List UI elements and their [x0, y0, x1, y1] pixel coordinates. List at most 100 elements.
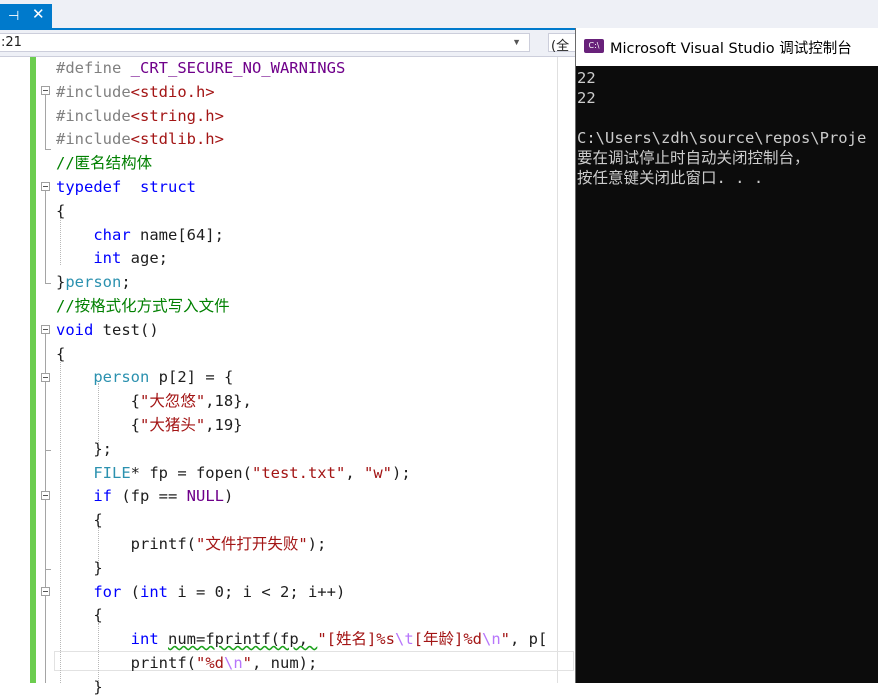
code-token: "大忽悠" — [140, 392, 206, 411]
collapse-icon[interactable] — [41, 182, 50, 191]
code-token: \t — [394, 630, 414, 649]
code-token: #include — [56, 130, 131, 149]
code-token: ,18}, — [205, 392, 252, 411]
code-line[interactable]: if (fp == NULL) — [56, 484, 233, 508]
code-token: test() — [93, 320, 159, 339]
collapse-icon[interactable] — [41, 587, 50, 596]
code-line[interactable]: }; — [56, 437, 112, 461]
chevron-down-icon[interactable]: ▼ — [512, 34, 521, 51]
code-token: _CRT_SECURE_NO_WARNINGS — [130, 59, 346, 77]
code-token: \n — [481, 630, 501, 649]
code-line[interactable]: {"大猪头",19} — [56, 413, 243, 437]
code-token: " — [500, 630, 510, 649]
close-icon[interactable]: ✕ — [32, 7, 45, 23]
collapse-icon[interactable] — [41, 491, 50, 500]
debug-console-window[interactable]: C:\ Microsoft Visual Studio 调试控制台 22 22 C:… — [575, 28, 878, 683]
code-line[interactable]: //按格式化方式写入文件 — [56, 294, 230, 318]
console-output: 22 22 C:\Users\zdh\source\repos\Proje 要在调试停… — [577, 68, 878, 188]
outline-line — [45, 191, 46, 283]
code-line[interactable]: printf("文件打开失败"); — [56, 532, 327, 556]
code-line[interactable]: //匿名结构体 — [56, 151, 152, 175]
code-line[interactable]: printf("%d\n", num); — [56, 651, 318, 675]
code-token: (fp == — [112, 487, 187, 506]
code-line[interactable]: {"大忽悠",18}, — [56, 389, 252, 413]
code-token: //匿名结构体 — [56, 154, 153, 173]
code-token: [年龄]%d — [413, 630, 482, 649]
code-line[interactable]: { — [56, 508, 103, 532]
project-scope-dropdown[interactable]: :21 ▼ — [0, 33, 530, 52]
code-line[interactable]: typedef struct — [56, 175, 196, 199]
collapse-icon[interactable] — [41, 373, 50, 382]
code-line[interactable]: char name[64]; — [56, 223, 224, 247]
code-token: printf( — [56, 535, 196, 553]
code-line[interactable]: #define _CRT_SECURE_NO_WARNINGS — [56, 56, 345, 80]
code-token: name[64]; — [130, 225, 224, 244]
code-token: //按格式化方式写入文件 — [56, 297, 230, 315]
code-line[interactable]: int age; — [56, 246, 168, 270]
code-line[interactable]: void test() — [56, 318, 159, 342]
code-token: "%d — [195, 654, 224, 672]
code-token: for — [93, 582, 122, 601]
collapse-icon[interactable] — [41, 86, 50, 95]
outline-end — [45, 149, 51, 150]
code-token: int — [93, 249, 122, 268]
code-token: ; — [121, 273, 131, 292]
member-scope-value: (全 — [551, 39, 570, 54]
outline-line — [45, 334, 46, 683]
code-line[interactable]: { — [56, 342, 65, 366]
code-token: * fp = fopen( — [130, 463, 252, 482]
code-token: "大猪头" — [140, 416, 206, 434]
code-token: num=fprintf(fp, — [168, 630, 318, 649]
code-token: , — [345, 463, 364, 482]
code-token: #include — [56, 106, 131, 125]
console-title-bar[interactable]: C:\ Microsoft Visual Studio 调试控制台 — [576, 28, 878, 66]
console-app-icon: C:\ — [584, 39, 604, 53]
code-token: <stdio.h> — [130, 82, 215, 101]
code-token: } — [56, 558, 103, 577]
code-token: #include — [56, 82, 131, 101]
collapse-icon[interactable] — [41, 325, 50, 334]
code-token: "[姓名]%s — [317, 630, 395, 649]
code-line[interactable]: FILE* fp = fopen("test.txt", "w"); — [56, 461, 411, 485]
code-token: #define — [56, 59, 131, 77]
code-line[interactable]: person p[2] = { — [56, 365, 233, 389]
active-document-tab[interactable]: ⊣ ✕ — [0, 4, 52, 28]
code-token: age; — [121, 249, 168, 268]
code-token: " — [242, 654, 252, 672]
code-line[interactable]: } — [56, 675, 102, 699]
project-scope-value: :21 — [1, 35, 22, 50]
code-token: { — [56, 201, 66, 220]
code-token: { — [56, 511, 103, 530]
code-line[interactable]: #include<stdlib.h> — [56, 127, 224, 151]
code-line[interactable]: #include<string.h> — [56, 104, 224, 128]
code-token: ,19} — [205, 416, 243, 434]
code-line[interactable]: for (int i = 0; i < 2; i++) — [56, 580, 345, 604]
code-token: int — [130, 630, 159, 649]
code-token: "test.txt" — [251, 463, 346, 482]
code-line[interactable]: } — [56, 556, 103, 580]
code-token: { — [56, 606, 103, 625]
code-token: "文件打开失败" — [195, 535, 308, 553]
editor-split-line — [557, 57, 558, 683]
code-token: person — [93, 368, 150, 387]
code-line[interactable]: { — [56, 603, 103, 627]
change-tracking-margin — [30, 57, 36, 683]
code-token: , num); — [252, 654, 318, 672]
code-token: ); — [307, 535, 327, 553]
code-line[interactable]: int num=fprintf(fp, "[姓名]%s\t[年龄]%d\n", … — [56, 627, 548, 651]
pin-icon[interactable]: ⊣ — [8, 8, 19, 24]
code-line[interactable]: }person; — [56, 270, 131, 294]
code-token: ); — [391, 463, 411, 482]
code-line[interactable]: #include<stdio.h> — [56, 80, 215, 104]
code-line[interactable]: { — [56, 199, 65, 223]
code-token: { — [56, 344, 66, 363]
console-line: 22 — [577, 89, 596, 107]
